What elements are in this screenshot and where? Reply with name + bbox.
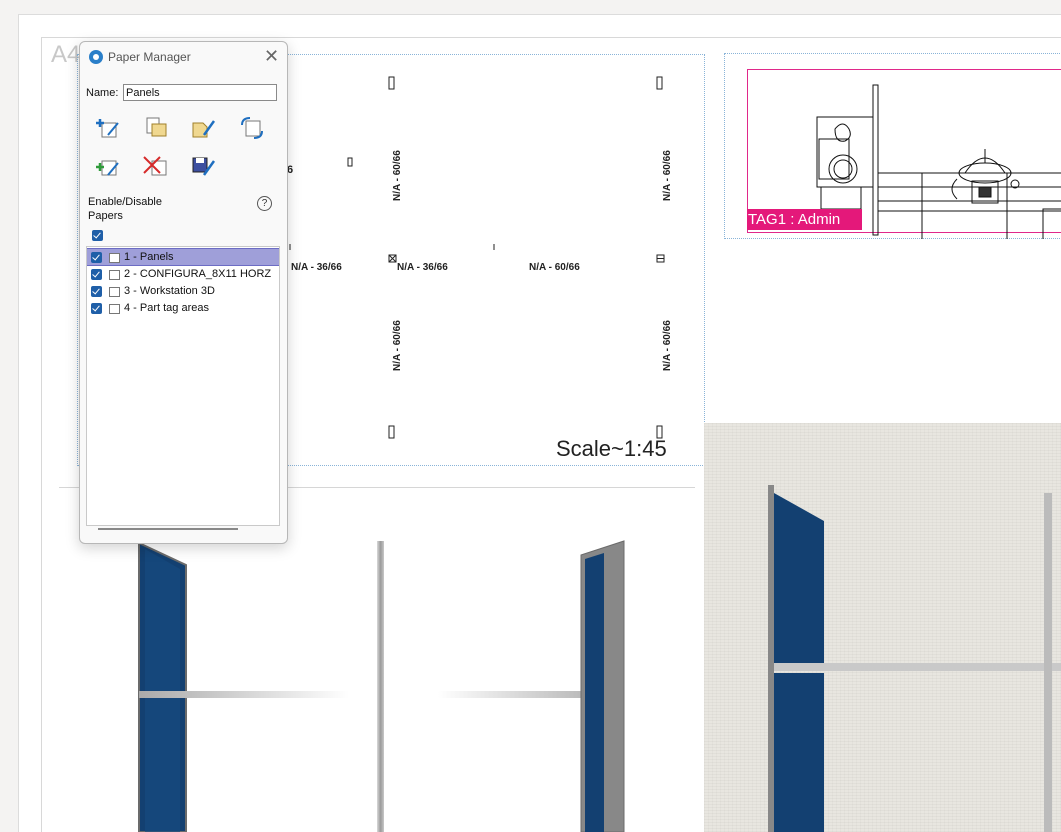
app-logo-icon <box>89 50 103 64</box>
enable-papers-label: Enable/Disable Papers <box>88 196 162 222</box>
list-item[interactable]: 4 - Part tag areas <box>87 300 279 316</box>
copy-paper-icon[interactable] <box>142 115 170 141</box>
scrollbar-thumb[interactable] <box>98 528 238 530</box>
dialog-titlebar[interactable]: Paper Manager ✕ <box>80 42 287 72</box>
edit-paper-icon[interactable] <box>190 115 218 141</box>
document-icon <box>109 287 120 297</box>
paper-checkbox[interactable] <box>91 252 102 263</box>
papers-list[interactable]: 1 - Panels 2 - CONFIGURA_8X11 HORZ 3 - W… <box>86 246 280 526</box>
paper-icon <box>109 270 120 280</box>
help-icon[interactable]: ? <box>257 196 272 211</box>
delete-paper-icon[interactable] <box>142 153 170 179</box>
workstation-3d-panels <box>768 485 1061 832</box>
enable-all-checkbox[interactable] <box>92 230 103 241</box>
paper-icon <box>109 253 120 263</box>
paper-checkbox[interactable] <box>91 286 102 297</box>
list-item[interactable]: 3 - Workstation 3D <box>87 283 279 299</box>
panels-3d-render <box>138 540 625 832</box>
list-item[interactable]: 2 - CONFIGURA_8X11 HORZ <box>87 266 279 282</box>
paper-label: 3 - Workstation 3D <box>124 285 215 297</box>
paper-manager-dialog[interactable]: Paper Manager ✕ Name: Panels Enable/Disa… <box>79 41 288 544</box>
close-icon[interactable]: ✕ <box>264 46 279 66</box>
paper-icon <box>109 304 120 314</box>
save-paper-icon[interactable] <box>190 153 218 179</box>
add-green-paper-icon[interactable] <box>94 153 122 179</box>
name-field[interactable]: Panels <box>123 84 277 101</box>
paper-checkbox[interactable] <box>91 303 102 314</box>
paper-label: 2 - CONFIGURA_8X11 HORZ <box>124 268 272 280</box>
paper-label: 4 - Part tag areas <box>124 302 209 314</box>
paper-label: 1 - Panels <box>124 251 174 263</box>
dialog-title: Paper Manager <box>108 50 191 64</box>
scale-label: Scale~1:45 <box>556 436 667 461</box>
add-paper-icon[interactable] <box>94 115 122 141</box>
list-item[interactable]: 1 - Panels <box>87 248 279 266</box>
paper-checkbox[interactable] <box>91 269 102 280</box>
refresh-paper-icon[interactable] <box>238 115 266 141</box>
horizontal-scrollbar[interactable] <box>86 524 278 534</box>
name-label: Name: <box>86 87 119 99</box>
tag-label[interactable]: TAG1 : Admin <box>747 209 862 230</box>
